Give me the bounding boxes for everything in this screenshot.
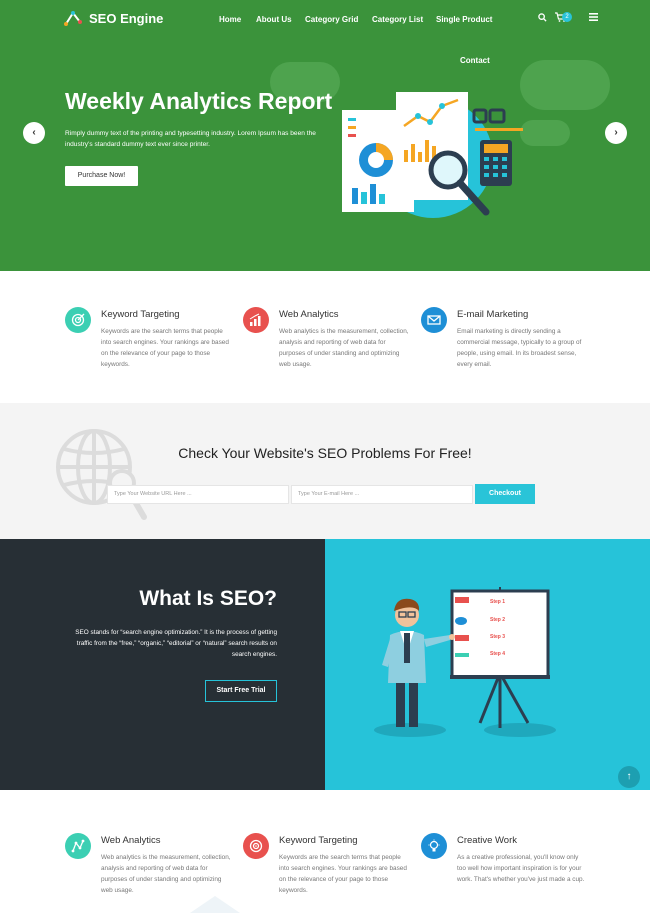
analytics-illustration xyxy=(342,92,523,218)
start-free-trial-button[interactable]: Start Free Trial xyxy=(205,680,277,702)
logo[interactable]: SEO Engine xyxy=(64,10,163,26)
what-is-seo-text: SEO stands for “search engine optimizati… xyxy=(75,629,277,658)
slider-prev-button[interactable]: ‹ xyxy=(23,122,45,144)
feature-title: E-mail Marketing xyxy=(457,309,529,320)
target-icon xyxy=(243,833,269,859)
presenter-illustration-panel: Step 1 Step 2 Step 3 Step 4 xyxy=(325,539,650,790)
feature-title: Keyword Targeting xyxy=(101,309,180,320)
lightbulb-icon xyxy=(421,833,447,859)
feature-description: Keywords are the search terms that peopl… xyxy=(279,854,407,894)
globe-search-icon xyxy=(56,429,147,520)
feature-title: Keyword Targeting xyxy=(279,835,358,846)
back-to-top-button[interactable]: ↑ xyxy=(618,766,640,788)
cloud-decoration xyxy=(520,60,610,110)
what-is-seo-title: What Is SEO? xyxy=(139,587,277,610)
presenter-illustration xyxy=(374,587,556,737)
board-step-label: Step 4 xyxy=(490,651,506,657)
feature-description: Web analytics is the measurement, collec… xyxy=(279,328,409,368)
nav-single-product[interactable]: Single Product xyxy=(436,15,492,24)
brand-name: SEO Engine xyxy=(89,10,164,26)
nav-category-grid[interactable]: Category Grid xyxy=(305,15,358,24)
hero-section: SEO Engine Home About Us Category Grid C… xyxy=(0,0,650,271)
feature-title: Creative Work xyxy=(457,835,518,846)
search-icon[interactable] xyxy=(538,12,547,22)
cart-count-badge: 2 xyxy=(562,12,572,22)
feature-description: Web analytics is the measurement, collec… xyxy=(101,854,231,894)
board-step-label: Step 2 xyxy=(490,617,506,623)
envelope-icon xyxy=(421,307,447,333)
nav-home[interactable]: Home xyxy=(219,15,241,24)
board-step-label: Step 1 xyxy=(490,599,506,605)
board-step-label: Step 3 xyxy=(490,634,506,640)
section-divider-arrow xyxy=(190,896,240,913)
nav-contact[interactable]: Contact xyxy=(460,56,490,65)
slider-next-button[interactable]: › xyxy=(605,122,627,144)
target-icon xyxy=(65,307,91,333)
checkout-button[interactable]: Checkout xyxy=(475,484,535,504)
nav-about-us[interactable]: About Us xyxy=(256,15,292,24)
nav-category-list[interactable]: Category List xyxy=(372,15,423,24)
feature-title: Web Analytics xyxy=(101,835,161,846)
email-input[interactable]: Type Your E-mail Here ... xyxy=(291,485,473,504)
hero-title: Weekly Analytics Report xyxy=(65,88,333,114)
feature-description: As a creative professional, you'll know … xyxy=(457,854,585,883)
website-url-input[interactable]: Type Your Website URL Here ... xyxy=(107,485,289,504)
seo-check-section: Check Your Website's SEO Problems For Fr… xyxy=(0,403,650,539)
seo-check-title: Check Your Website's SEO Problems For Fr… xyxy=(178,445,472,461)
feature-title: Web Analytics xyxy=(279,309,339,320)
logo-icon xyxy=(64,11,82,26)
bar-chart-icon xyxy=(243,307,269,333)
feature-description: Email marketing is directly sending a co… xyxy=(457,328,582,368)
hero-description: Rimply dummy text of the printing and ty… xyxy=(65,130,316,148)
network-icon xyxy=(65,833,91,859)
menu-icon[interactable] xyxy=(589,13,598,21)
what-is-seo-panel: What Is SEO? SEO stands for “search engi… xyxy=(0,539,325,790)
feature-description: Keywords are the search terms that peopl… xyxy=(101,328,229,368)
purchase-now-button[interactable]: Purchase Now! xyxy=(65,166,138,186)
